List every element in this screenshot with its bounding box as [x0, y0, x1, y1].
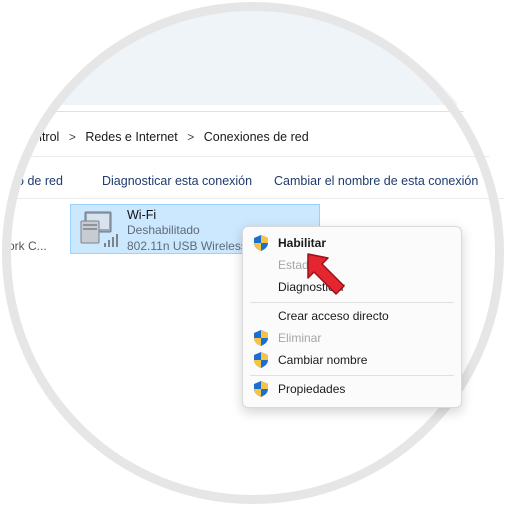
uac-shield-icon: [254, 330, 268, 346]
breadcrumb-item-control-panel[interactable]: ntrol: [35, 130, 59, 144]
breadcrumb-item-network-internet[interactable]: Redes e Internet: [85, 130, 177, 144]
wifi-adapter-icon: [80, 211, 118, 247]
uac-shield-icon: [254, 352, 268, 368]
divider: [8, 156, 512, 157]
divider: [8, 198, 512, 199]
connection-status: Deshabilitado: [127, 223, 200, 237]
menu-item-create-shortcut[interactable]: Crear acceso directo: [243, 306, 461, 326]
chevron-right-icon: >: [68, 130, 76, 144]
address-bar-area: [8, 8, 512, 105]
network-connection-item-label[interactable]: ork C...: [8, 239, 47, 253]
menu-item-rename[interactable]: Cambiar nombre: [243, 350, 461, 370]
breadcrumb: ntrol > Redes e Internet > Conexiones de…: [35, 130, 309, 144]
uac-shield-icon: [254, 235, 268, 251]
breadcrumb-item-network-connections[interactable]: Conexiones de red: [204, 130, 309, 144]
menu-item-properties[interactable]: Propiedades: [243, 379, 461, 399]
menu-item-delete[interactable]: Eliminar: [243, 328, 461, 348]
menu-separator: [250, 302, 454, 303]
menu-item-diagnose[interactable]: Diagnosticar: [243, 277, 461, 297]
menu-item-label: Eliminar: [278, 331, 322, 345]
diagnose-connection-button[interactable]: Diagnosticar esta conexión: [102, 174, 252, 188]
connection-name: Wi-Fi: [127, 208, 157, 222]
menu-item-label: Crear acceso directo: [278, 309, 389, 323]
rename-connection-button[interactable]: Cambiar el nombre de esta conexión: [274, 174, 478, 188]
menu-separator: [250, 375, 454, 376]
menu-item-label: Propiedades: [278, 382, 346, 396]
chevron-right-icon: >: [187, 130, 195, 144]
magnified-view: ntrol > Redes e Internet > Conexiones de…: [0, 0, 520, 520]
cursor-arrow-icon: [307, 253, 345, 295]
menu-item-label: Cambiar nombre: [278, 353, 368, 367]
uac-shield-icon: [254, 381, 268, 397]
disable-network-device-button[interactable]: ivo de red: [8, 174, 63, 188]
command-bar: ivo de red Diagnosticar esta conexión Ca…: [8, 174, 512, 192]
menu-item-status[interactable]: Estado: [243, 255, 461, 275]
menu-item-enable[interactable]: Habilitar: [243, 233, 461, 253]
context-menu: Habilitar Estado Diagnosticar Crear acce…: [242, 226, 462, 408]
divider: [8, 111, 512, 112]
